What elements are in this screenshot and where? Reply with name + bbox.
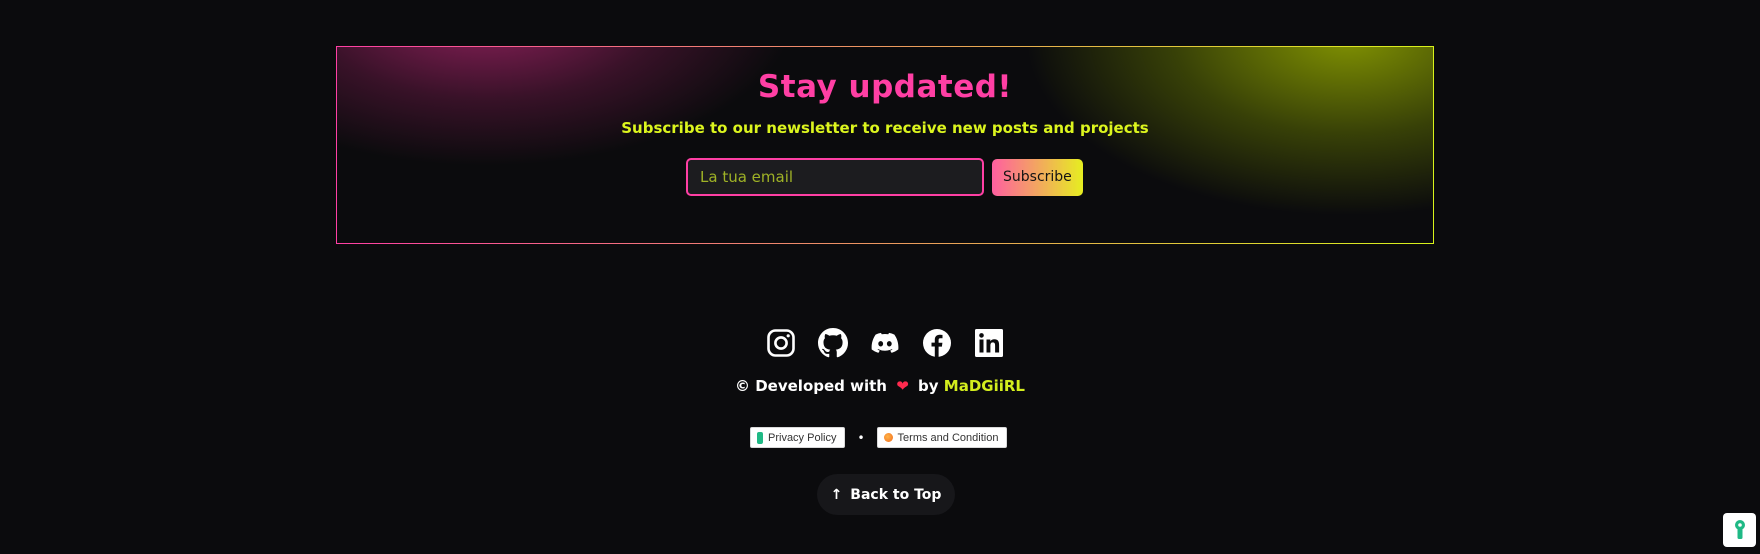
discord-icon (871, 332, 899, 353)
credit-prefix: © Developed with (735, 377, 887, 395)
discord-link[interactable] (870, 328, 900, 358)
terms-and-condition-link[interactable]: Terms and Condition (876, 427, 1008, 448)
terms-badge-icon (883, 433, 893, 442)
privacy-policy-link[interactable]: Privacy Policy (750, 427, 846, 448)
credit-line: © Developed with ❤ by MaDGiiRL (0, 377, 1760, 395)
credit-by: by (918, 377, 939, 395)
terms-label: Terms and Condition (897, 431, 999, 444)
facebook-icon (923, 329, 951, 357)
social-links (766, 328, 1004, 358)
newsletter-form: Subscribe (686, 158, 1083, 196)
github-icon (818, 328, 848, 358)
author-link[interactable]: MaDGiiRL (944, 377, 1025, 395)
instagram-icon (767, 329, 795, 357)
instagram-link[interactable] (766, 328, 796, 358)
github-link[interactable] (818, 328, 848, 358)
linkedin-icon (975, 329, 1003, 357)
newsletter-section: Stay updated! Subscribe to our newslette… (336, 46, 1434, 244)
email-input[interactable] (686, 158, 984, 196)
policy-separator: • (857, 430, 865, 445)
newsletter-subtitle: Subscribe to our newsletter to receive n… (621, 119, 1149, 137)
privacy-policy-label: Privacy Policy (768, 431, 837, 444)
back-to-top-button[interactable]: ↑ Back to Top (817, 474, 955, 515)
heart-icon: ❤ (896, 377, 909, 395)
subscribe-button[interactable]: Subscribe (992, 158, 1083, 196)
page: Stay updated! Subscribe to our newslette… (0, 0, 1760, 554)
iubenda-privacy-icon (757, 431, 763, 444)
policy-links: Privacy Policy • Terms and Condition (750, 427, 1008, 448)
newsletter-title: Stay updated! (757, 69, 1013, 105)
privacy-keyhole-icon (1734, 520, 1745, 539)
arrow-up-icon: ↑ (830, 486, 843, 503)
linkedin-link[interactable] (974, 328, 1004, 358)
privacy-choices-widget[interactable] (1723, 513, 1756, 547)
pink-glow-decoration (337, 47, 797, 167)
back-to-top-label: Back to Top (850, 486, 942, 503)
facebook-link[interactable] (922, 328, 952, 358)
